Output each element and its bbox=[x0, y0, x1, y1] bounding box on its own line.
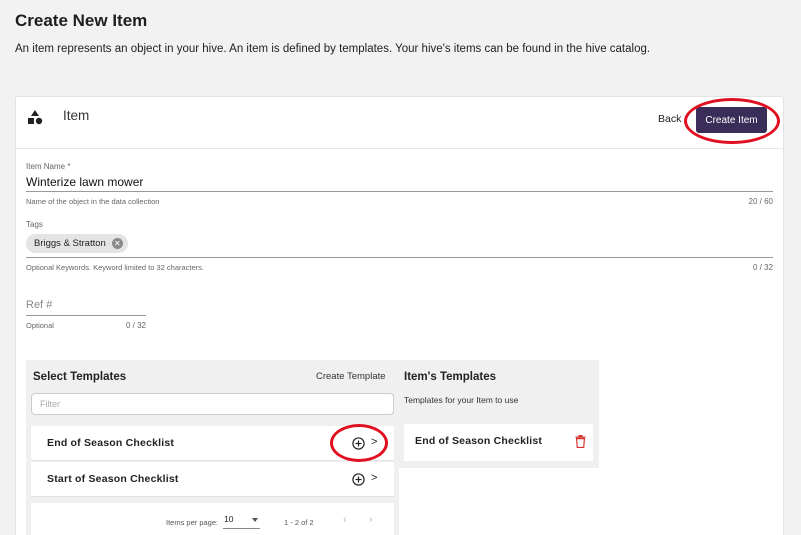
paginator: Items per page: 10 1 - 2 of 2 ‹ › bbox=[31, 503, 394, 535]
item-templates-panel: Item's Templates Templates for your Item… bbox=[399, 360, 599, 468]
item-template-row: End of Season Checklist bbox=[404, 424, 593, 461]
chevron-right-icon[interactable]: > bbox=[371, 472, 377, 484]
tag-chip[interactable]: Briggs & Stratton ✕ bbox=[26, 234, 128, 253]
template-row[interactable]: Start of Season Checklist > bbox=[31, 462, 394, 497]
ref-input[interactable]: Ref # bbox=[26, 299, 52, 311]
tags-hint: Optional Keywords. Keyword limited to 32… bbox=[26, 263, 204, 272]
template-row[interactable]: End of Season Checklist > bbox=[31, 426, 394, 461]
tags-underline bbox=[26, 257, 773, 258]
item-card: Item Back Create Item Item Name * Winter… bbox=[15, 96, 784, 535]
card-header: Item Back Create Item bbox=[16, 97, 783, 149]
caret-down-icon bbox=[252, 518, 258, 522]
ref-underline bbox=[26, 315, 146, 316]
trash-icon[interactable] bbox=[575, 435, 586, 448]
shapes-icon bbox=[28, 110, 43, 125]
remove-tag-icon[interactable]: ✕ bbox=[111, 238, 123, 249]
card-title: Item bbox=[63, 108, 90, 123]
page-description: An item represents an object in your hiv… bbox=[15, 43, 651, 55]
select-templates-title: Select Templates bbox=[33, 371, 127, 383]
add-circle-icon[interactable] bbox=[352, 473, 365, 486]
previous-page-button[interactable]: ‹ bbox=[343, 514, 347, 526]
item-name-underline bbox=[26, 191, 773, 192]
items-per-page-label: Items per page: bbox=[166, 518, 219, 527]
tags-label: Tags bbox=[26, 220, 43, 229]
ref-hint: Optional bbox=[26, 321, 54, 330]
template-name: End of Season Checklist bbox=[47, 437, 175, 449]
select-templates-panel: Select Templates Create Template End of … bbox=[26, 360, 399, 535]
item-templates-subtitle: Templates for your Item to use bbox=[404, 395, 519, 405]
item-template-name: End of Season Checklist bbox=[415, 435, 543, 447]
template-name: Start of Season Checklist bbox=[47, 473, 179, 485]
filter-input[interactable] bbox=[31, 393, 394, 415]
item-templates-title: Item's Templates bbox=[404, 371, 496, 383]
item-name-counter: 20 / 60 bbox=[748, 197, 773, 206]
tags-counter: 0 / 32 bbox=[752, 263, 773, 272]
back-button[interactable]: Back bbox=[658, 113, 681, 125]
ref-counter: 0 / 32 bbox=[125, 321, 146, 330]
next-page-button[interactable]: › bbox=[369, 514, 373, 526]
add-circle-icon[interactable] bbox=[352, 437, 365, 450]
create-template-link[interactable]: Create Template bbox=[316, 371, 386, 382]
item-name-label: Item Name * bbox=[26, 162, 71, 171]
item-name-hint: Name of the object in the data collectio… bbox=[26, 197, 160, 206]
create-item-button[interactable]: Create Item bbox=[696, 107, 767, 133]
items-per-page-value: 10 bbox=[224, 514, 234, 524]
item-name-input[interactable]: Winterize lawn mower bbox=[26, 175, 143, 189]
chevron-right-icon[interactable]: > bbox=[371, 436, 377, 448]
page-title: Create New Item bbox=[15, 11, 148, 30]
items-per-page-select[interactable]: 10 bbox=[223, 514, 260, 529]
page-range: 1 - 2 of 2 bbox=[284, 518, 314, 527]
tag-chip-label: Briggs & Stratton bbox=[34, 238, 106, 249]
